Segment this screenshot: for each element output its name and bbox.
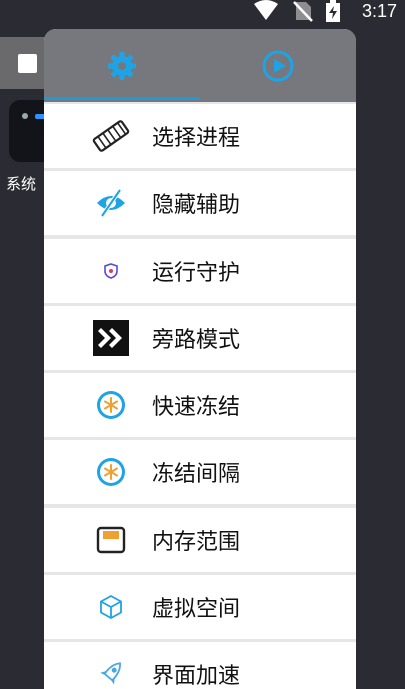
menu-list: 选择进程 隐藏辅助 运行守护 旁路模式 快速冻结 冻结间隔 内存范围 虚拟空间 … bbox=[44, 104, 356, 689]
menu-item-label: 内存范围 bbox=[152, 529, 241, 555]
snowflake-icon bbox=[97, 458, 125, 487]
menu-item-virtual-space[interactable]: 虚拟空间 bbox=[44, 575, 356, 640]
tab-settings[interactable] bbox=[44, 29, 200, 102]
storage-icon bbox=[96, 526, 126, 553]
active-tab-indicator bbox=[44, 97, 200, 100]
gear-icon bbox=[108, 51, 136, 80]
battery-charging-icon bbox=[326, 0, 340, 22]
menu-item-label: 选择进程 bbox=[152, 126, 241, 151]
menu-item-run-guard[interactable]: 运行守护 bbox=[44, 238, 356, 303]
menu-item-label: 虚拟空间 bbox=[152, 597, 241, 623]
menu-item-memory-range[interactable]: 内存范围 bbox=[44, 507, 356, 572]
menu-item-ui-accelerate[interactable]: 界面加速 bbox=[44, 642, 356, 689]
app-label: 系统 bbox=[6, 175, 37, 193]
stop-square-icon bbox=[18, 54, 37, 73]
menu-item-quick-freeze[interactable]: 快速冻结 bbox=[44, 373, 356, 438]
status-time: 3:17 bbox=[361, 1, 397, 21]
play-circle-icon bbox=[262, 50, 294, 81]
menu-item-label: 界面加速 bbox=[152, 664, 241, 689]
wifi-icon bbox=[254, 0, 278, 20]
floating-menu-panel: 选择进程 隐藏辅助 运行守护 旁路模式 快速冻结 冻结间隔 内存范围 虚拟空间 … bbox=[44, 29, 356, 689]
shield-icon bbox=[104, 262, 118, 279]
menu-item-label: 运行守护 bbox=[152, 260, 241, 286]
menu-item-select-process[interactable]: 选择进程 bbox=[44, 104, 356, 168]
menu-item-label: 冻结间隔 bbox=[152, 462, 241, 488]
menu-item-bypass-mode[interactable]: 旁路模式 bbox=[44, 305, 356, 370]
menu-item-label: 隐藏辅助 bbox=[152, 193, 241, 219]
menu-item-label: 旁路模式 bbox=[152, 327, 241, 353]
menu-item-label: 快速冻结 bbox=[152, 395, 241, 421]
status-bar: 3:17 bbox=[0, 0, 405, 26]
eye-off-icon bbox=[97, 189, 125, 218]
double-chevron-icon bbox=[93, 319, 129, 356]
snowflake-icon bbox=[97, 391, 125, 420]
tab-play[interactable] bbox=[200, 29, 356, 102]
app-icon-dot bbox=[22, 113, 28, 119]
tab-bar bbox=[44, 29, 356, 102]
memory-chip-icon bbox=[92, 120, 130, 152]
cube-icon bbox=[100, 595, 122, 620]
menu-item-hide-assist[interactable]: 隐藏辅助 bbox=[44, 171, 356, 236]
menu-item-freeze-interval[interactable]: 冻结间隔 bbox=[44, 440, 356, 505]
no-sim-icon bbox=[293, 1, 313, 22]
rocket-icon bbox=[100, 662, 121, 685]
